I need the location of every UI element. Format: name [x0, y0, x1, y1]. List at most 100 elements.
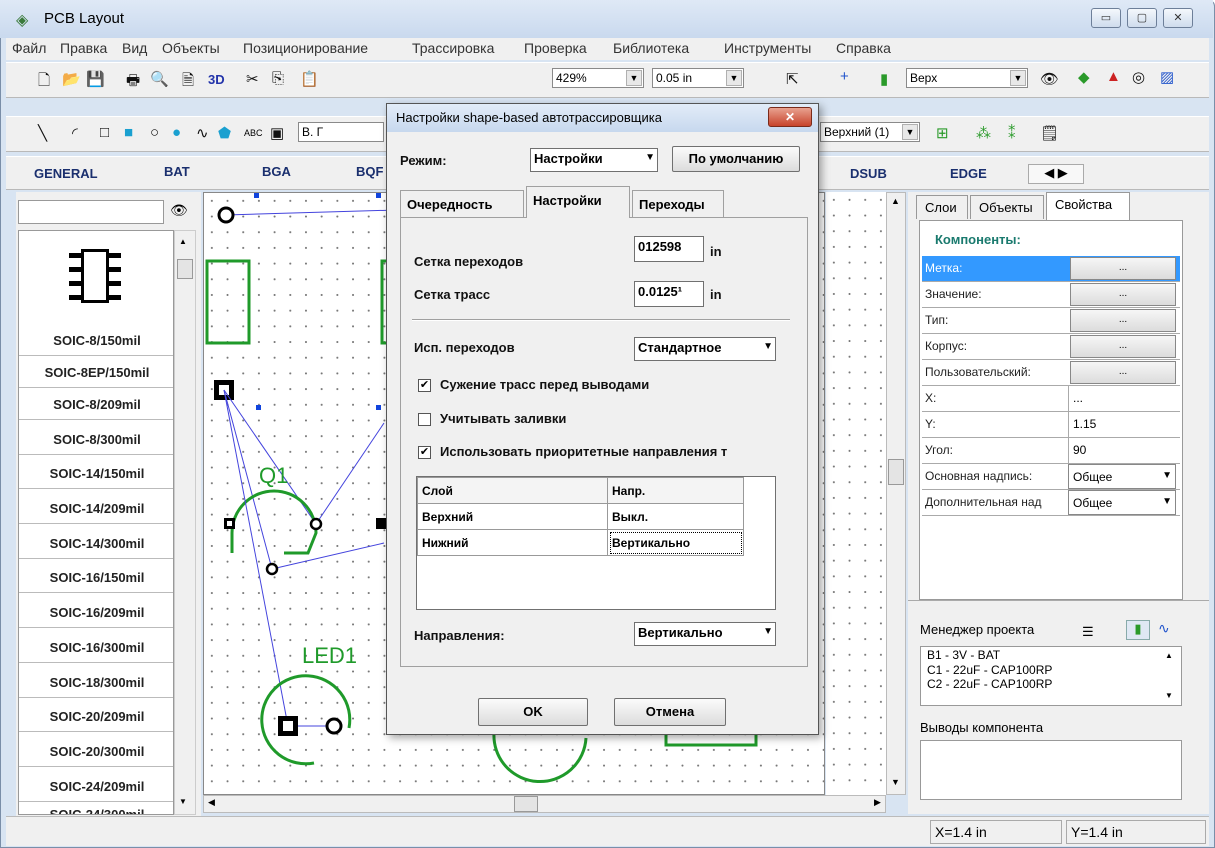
property-row[interactable]: Y: 1.15: [922, 412, 1180, 438]
save-icon[interactable]: 💾: [86, 70, 105, 88]
print-preview-icon[interactable]: 🔍: [150, 70, 169, 88]
library-item[interactable]: SOIC-8EP/150mil: [19, 357, 173, 388]
directions-combo[interactable]: Вертикально ▼: [634, 622, 776, 646]
menu-routing[interactable]: Трассировка: [412, 40, 494, 56]
library-item[interactable]: SOIC-16/209mil: [19, 597, 173, 628]
polygon-icon[interactable]: ⬟: [218, 124, 231, 142]
tab-settings[interactable]: Настройки: [526, 186, 630, 218]
library-item[interactable]: SOIC-14/150mil: [19, 458, 173, 489]
component-view-icon[interactable]: ▮: [1126, 620, 1150, 640]
close-button[interactable]: ✕: [1163, 8, 1193, 28]
open-folder-icon[interactable]: 📂: [62, 70, 81, 88]
property-edit-button[interactable]: ...: [1070, 283, 1176, 306]
direction-grid[interactable]: Слой Напр. Верхний Выкл. Нижний Вертикал…: [416, 476, 776, 610]
library-scrollbar[interactable]: ▲ ▼: [174, 230, 196, 815]
project-list[interactable]: B1 - 3V - BAT C1 - 22uF - CAP100RP C2 - …: [920, 646, 1182, 706]
library-item[interactable]: SOIC-24/209mil: [19, 771, 173, 802]
library-item[interactable]: SOIC-8/150mil: [19, 325, 173, 356]
property-value[interactable]: 90: [1068, 438, 1176, 463]
list-item[interactable]: C2 - 22uF - CAP100RP: [921, 677, 1181, 691]
property-combo[interactable]: Общее ▼: [1068, 490, 1176, 515]
pins-list[interactable]: [920, 740, 1182, 800]
document-icon[interactable]: 🗎: [182, 70, 194, 95]
tab-objects[interactable]: Объекты: [970, 195, 1044, 219]
cancel-button[interactable]: Отмена: [614, 698, 726, 726]
list-item[interactable]: B1 - 3V - BAT: [921, 647, 1181, 663]
property-edit-button[interactable]: ...: [1070, 257, 1176, 280]
pad[interactable]: [265, 562, 279, 576]
library-item[interactable]: SOIC-14/300mil: [19, 528, 173, 559]
new-file-icon[interactable]: 🗋: [38, 70, 50, 95]
tab-bqf[interactable]: BQF: [356, 164, 383, 179]
neck-checkbox[interactable]: ✔: [418, 379, 431, 392]
parts-icon[interactable]: ⁂: [976, 124, 991, 142]
font-combo[interactable]: В. Г: [298, 122, 384, 142]
layer-combo[interactable]: Верх ▼: [906, 68, 1028, 88]
pad[interactable]: [325, 717, 343, 735]
cut-icon[interactable]: ✂: [246, 70, 259, 88]
grid-cell-layer[interactable]: Верхний: [417, 503, 608, 530]
library-item[interactable]: SOIC-16/300mil: [19, 632, 173, 663]
menu-objects[interactable]: Объекты: [162, 40, 220, 56]
scroll-up-icon[interactable]: ▲: [179, 237, 187, 246]
route-icon[interactable]: ▲: [1106, 68, 1121, 85]
pad[interactable]: [309, 517, 323, 531]
text-tool-icon[interactable]: ABC: [244, 128, 263, 138]
canvas-horizontal-scrollbar[interactable]: ◀ ▶: [203, 795, 886, 813]
list-view-icon[interactable]: ☰: [1082, 624, 1094, 640]
minimize-button[interactable]: ▭: [1091, 8, 1121, 28]
copper-pour-checkbox[interactable]: [418, 413, 431, 426]
scroll-up-icon[interactable]: ▲: [1165, 651, 1173, 660]
scroll-thumb[interactable]: [888, 459, 904, 485]
scroll-left-icon[interactable]: ◀: [208, 797, 215, 808]
ok-button[interactable]: OK: [478, 698, 588, 726]
library-item[interactable]: SOIC-24/300mil: [19, 799, 173, 814]
view-3d-button[interactable]: 3D: [208, 72, 225, 87]
property-combo[interactable]: Общее ▼: [1068, 464, 1176, 489]
scroll-down-icon[interactable]: ▼: [891, 777, 900, 787]
property-row[interactable]: Корпус:...: [922, 334, 1180, 360]
filled-rectangle-icon[interactable]: ■: [124, 124, 133, 141]
tab-scroll-arrows[interactable]: ◀ ▶: [1028, 164, 1084, 184]
scroll-right-icon[interactable]: ▶: [874, 797, 881, 808]
property-edit-button[interactable]: ...: [1070, 309, 1176, 332]
grid-cell-direction[interactable]: Вертикально: [607, 529, 744, 556]
tab-layers[interactable]: Слои: [916, 195, 968, 219]
tab-bga[interactable]: BGA: [262, 164, 291, 179]
filled-ellipse-icon[interactable]: ●: [172, 124, 181, 141]
menu-library[interactable]: Библиотека: [613, 40, 689, 56]
property-row[interactable]: Пользовательский:...: [922, 360, 1180, 386]
rectangle-icon[interactable]: □: [100, 124, 109, 141]
canvas-vertical-scrollbar[interactable]: ▲ ▼: [886, 192, 906, 795]
grid-cell-direction[interactable]: Выкл.: [607, 503, 744, 530]
polyline-icon[interactable]: ∿: [196, 124, 209, 142]
tab-dsub[interactable]: DSUB: [850, 166, 887, 181]
print-icon[interactable]: 🖶: [126, 70, 140, 95]
property-row[interactable]: Угол: 90: [922, 438, 1180, 464]
close-icon[interactable]: ✕: [768, 107, 812, 127]
menu-edit[interactable]: Правка: [60, 40, 107, 56]
menu-help[interactable]: Справка: [836, 40, 891, 56]
via-use-combo[interactable]: Стандартное ▼: [634, 337, 776, 361]
library-item[interactable]: SOIC-20/209mil: [19, 701, 173, 732]
net-view-icon[interactable]: ∿: [1158, 620, 1170, 637]
menu-placement[interactable]: Позиционирование: [243, 40, 368, 56]
layer2-combo[interactable]: Верхний (1) ▼: [820, 122, 920, 142]
board-icon[interactable]: ⊞: [936, 124, 949, 142]
library-item[interactable]: SOIC-8/209mil: [19, 389, 173, 420]
mode-combo[interactable]: Настройки ▼: [530, 148, 658, 172]
library-search-input[interactable]: [18, 200, 164, 224]
tab-properties[interactable]: Свойства: [1046, 192, 1130, 220]
property-row[interactable]: X:...: [922, 386, 1180, 412]
scroll-up-icon[interactable]: ▲: [891, 196, 900, 206]
menu-view[interactable]: Вид: [122, 40, 147, 56]
library-list[interactable]: SOIC-8/150mil SOIC-8EP/150mil SOIC-8/209…: [18, 230, 174, 815]
maximize-button[interactable]: ▢: [1127, 8, 1157, 28]
property-row[interactable]: Основная надпись: Общее ▼: [922, 464, 1180, 490]
paste-icon[interactable]: 📋: [300, 70, 319, 88]
netlist-icon[interactable]: ⁑: [1008, 124, 1016, 142]
tab-edge[interactable]: EDGE: [950, 166, 987, 181]
via-grid-input[interactable]: 012598: [634, 236, 704, 262]
pad-icon[interactable]: ◆: [1078, 68, 1090, 86]
via-icon[interactable]: ◎: [1132, 68, 1145, 86]
